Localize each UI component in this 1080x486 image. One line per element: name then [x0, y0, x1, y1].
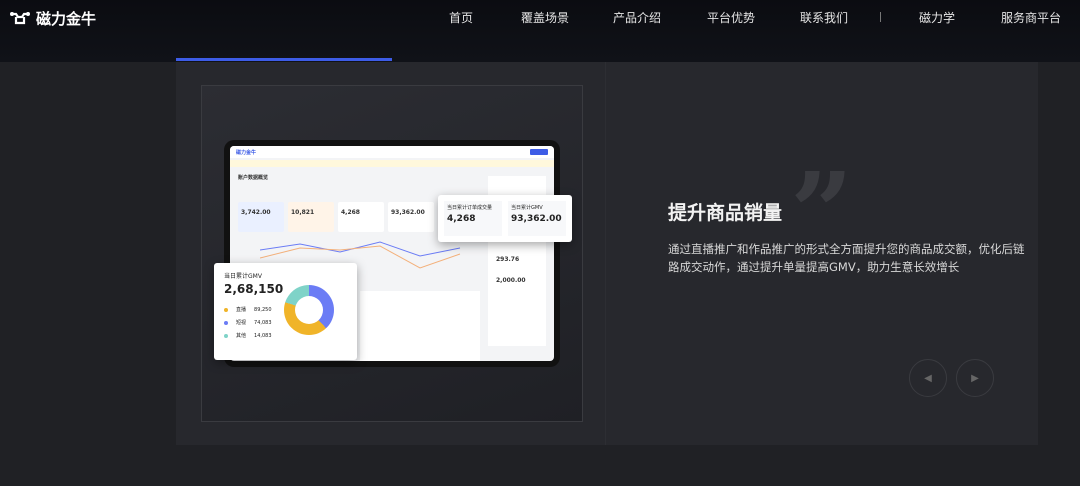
panel-divider — [605, 62, 606, 445]
gmv-donut-chart — [284, 285, 334, 335]
slide-title: 提升商品销量 — [668, 202, 783, 224]
kpi-card: 3,742.00 — [238, 202, 284, 232]
nav-home[interactable]: 首页 — [449, 9, 473, 26]
chevron-right-icon: ▶ — [971, 372, 979, 384]
slide-description: 通过直播推广和作品推广的形式全方面提升您的商品成交额，优化后链路成交动作，通过提… — [668, 242, 1025, 274]
next-slide-button[interactable]: ▶ — [956, 359, 994, 397]
nav-advantages[interactable]: 平台优势 — [707, 9, 755, 26]
nav-contact[interactable]: 联系我们 — [800, 9, 848, 26]
active-tab-indicator — [176, 58, 392, 61]
kpi-card: 10,821 — [288, 202, 334, 232]
order-stats-card: 当日累计订单成交量 4,268 当日累计GMV 93,362.00 — [438, 195, 572, 242]
bull-logo-icon — [10, 11, 30, 24]
gmv-card: 当日累计GMV 2,68,150 直播 89,250 短视 74,083 其他 14,… — [214, 263, 357, 360]
nav-divider — [880, 12, 881, 22]
legend-item: 其他 14,083 — [224, 332, 347, 339]
kpi-card: 4,268 — [338, 202, 384, 232]
nav-scenarios[interactable]: 覆盖场景 — [521, 9, 569, 26]
top-nav-bar: 磁力金牛 首页 覆盖场景 产品介绍 平台优势 联系我们 磁力学 服务商平台 — [0, 0, 1080, 62]
brand-logo[interactable]: 磁力金牛 — [10, 8, 96, 29]
dashboard-brand: 磁力金牛 — [230, 146, 554, 158]
nav-products[interactable]: 产品介绍 — [613, 9, 661, 26]
gmv-label: 当日累计GMV — [224, 273, 262, 280]
dashboard-button — [530, 149, 548, 155]
chevron-left-icon: ◀ — [924, 372, 932, 384]
nav-partner-platform[interactable]: 服务商平台 — [1001, 9, 1061, 26]
dashboard-section-title: 账户数据概览 — [238, 175, 269, 181]
prev-slide-button[interactable]: ◀ — [909, 359, 947, 397]
nav-academy[interactable]: 磁力学 — [919, 9, 955, 26]
kpi-card: 93,362.00 — [388, 202, 434, 232]
brand-name: 磁力金牛 — [36, 10, 97, 28]
